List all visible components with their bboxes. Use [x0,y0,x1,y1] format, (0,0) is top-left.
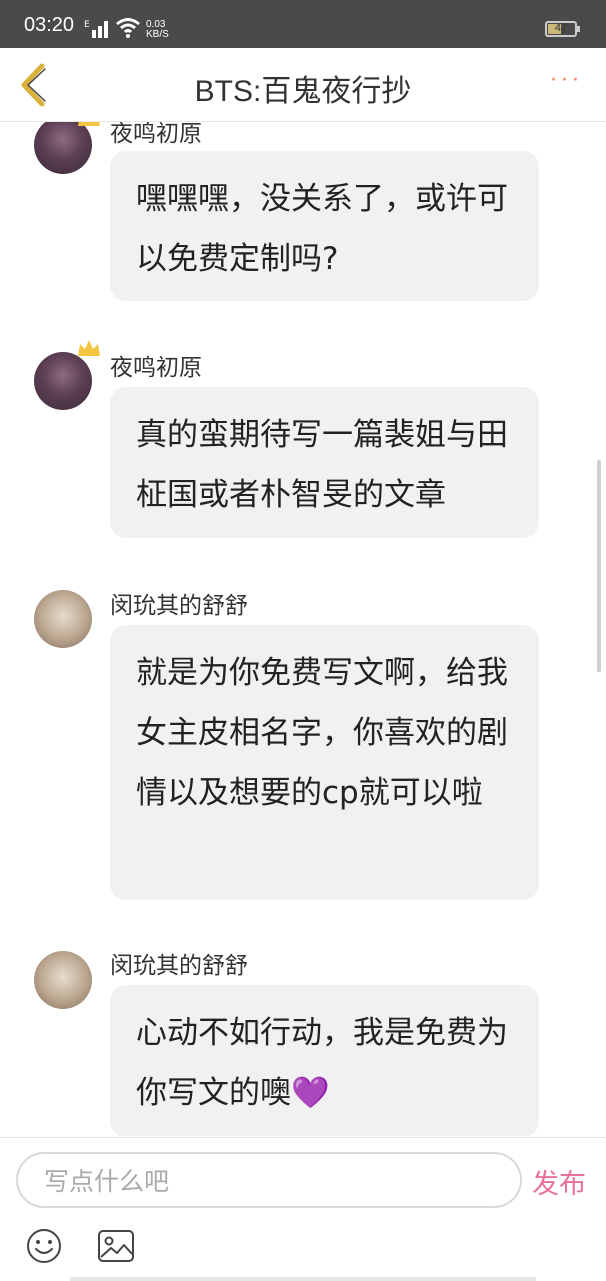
message-author: 闵玧其的舒舒 [110,593,248,619]
scrollbar[interactable] [597,460,601,672]
battery-icon: 47 [545,21,580,37]
avatar[interactable] [34,951,92,1009]
message-bubble: 嘿嘿嘿，没关系了，或许可以免费定制吗? [110,151,539,301]
page-title: BTS:百鬼夜行抄 [194,75,412,108]
network-speed: 0.03 KB/S [146,20,169,40]
status-bar: 03:20 E 0.03 KB/S 47 [0,0,606,48]
signal-icon [92,21,108,38]
crown-icon [78,340,100,356]
publish-button[interactable]: 发布 [532,1162,586,1201]
composer-bar: 发布 [0,1137,606,1281]
status-time: 03:20 [24,14,75,36]
battery-text: 47 [554,22,568,34]
image-icon[interactable] [97,1229,135,1263]
chat-header: BTS:百鬼夜行抄 ··· [0,48,606,122]
message-bubble: 真的蛮期待写一篇裴姐与田柾国或者朴智旻的文章 [110,387,539,538]
nav-indicator [70,1277,536,1281]
avatar[interactable] [34,122,92,174]
avatar[interactable] [34,352,92,410]
message-list[interactable]: 夜鸣初原 嘿嘿嘿，没关系了，或许可以免费定制吗? 夜鸣初原 真的蛮期待写一篇裴姐… [0,122,606,1136]
message-bubble: 心动不如行动，我是免费为你写文的噢💜 [110,985,539,1136]
battery-tip [577,26,580,32]
comment-input[interactable] [42,1154,506,1208]
wifi-icon [116,18,140,38]
more-dots-icon[interactable]: ··· [550,68,590,98]
crown-icon [78,122,100,126]
message-bubble: 就是为你免费写文啊，给我女主皮相名字，你喜欢的剧情以及想要的cp就可以啦 [110,625,539,900]
speed-unit: KB/S [146,29,169,40]
message-author: 闵玧其的舒舒 [110,953,248,979]
comment-input-wrapper[interactable] [16,1152,522,1208]
message-author: 夜鸣初原 [110,122,202,147]
message-author: 夜鸣初原 [110,355,202,381]
smiley-icon[interactable] [26,1228,62,1264]
avatar[interactable] [34,590,92,648]
